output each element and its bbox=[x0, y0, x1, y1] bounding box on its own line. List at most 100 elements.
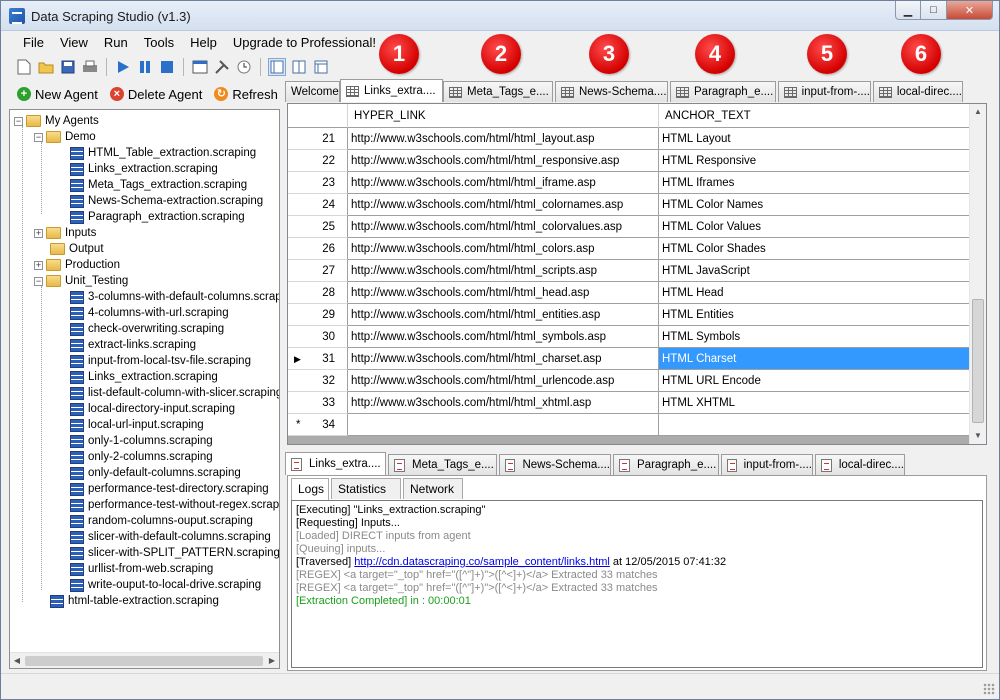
tree-item[interactable]: slicer-with-SPLIT_PATTERN.scraping bbox=[70, 545, 279, 561]
save-icon[interactable] bbox=[59, 58, 77, 76]
collapse-icon[interactable]: − bbox=[34, 276, 43, 286]
print-icon[interactable] bbox=[81, 58, 99, 76]
subtab-statistics[interactable]: Statistics bbox=[331, 478, 401, 499]
tree-item[interactable]: only-default-columns.scraping bbox=[70, 465, 241, 481]
row-number[interactable]: 33 bbox=[288, 392, 348, 414]
refresh-button[interactable]: ↻ Refresh bbox=[214, 87, 278, 102]
cell-anchor-text[interactable] bbox=[659, 414, 972, 436]
cell-anchor-text[interactable]: HTML Color Names bbox=[659, 194, 972, 216]
tree-item[interactable]: Meta_Tags_extraction.scraping bbox=[70, 177, 247, 193]
delete-agent-button[interactable]: × Delete Agent bbox=[109, 87, 202, 102]
log-tab-local-directory[interactable]: local-direc.... bbox=[815, 454, 905, 475]
tab-input-from[interactable]: input-from-.... bbox=[778, 81, 871, 102]
tree-item[interactable]: local-directory-input.scraping bbox=[70, 401, 235, 417]
menu-run[interactable]: Run bbox=[96, 34, 136, 52]
row-number[interactable]: * 34 bbox=[288, 414, 348, 436]
tree-item[interactable]: 3-columns-with-default-columns.scraping bbox=[70, 289, 279, 305]
stop-icon[interactable] bbox=[158, 58, 176, 76]
tree-item[interactable]: html-table-extraction.scraping bbox=[50, 593, 219, 609]
cell-hyper-link[interactable]: http://www.w3schools.com/html/html_entit… bbox=[348, 304, 659, 326]
scrollbar-thumb[interactable] bbox=[25, 656, 263, 666]
tree-item[interactable]: only-2-columns.scraping bbox=[70, 449, 213, 465]
tree-item[interactable]: Links_extraction.scraping bbox=[70, 161, 218, 177]
column-header-anchor-text[interactable]: ANCHOR_TEXT bbox=[659, 104, 972, 128]
tree-item[interactable]: list-default-column-with-slicer.scraping bbox=[70, 385, 279, 401]
row-number[interactable]: 21 bbox=[288, 128, 348, 150]
tree-item[interactable]: local-url-input.scraping bbox=[70, 417, 204, 433]
pause-icon[interactable] bbox=[136, 58, 154, 76]
cell-hyper-link[interactable]: http://www.w3schools.com/html/html_scrip… bbox=[348, 260, 659, 282]
cell-hyper-link[interactable] bbox=[348, 414, 659, 436]
tree-item[interactable]: input-from-local-tsv-file.scraping bbox=[70, 353, 251, 369]
cell-hyper-link[interactable]: http://www.w3schools.com/html/html_respo… bbox=[348, 150, 659, 172]
row-number[interactable]: 26 bbox=[288, 238, 348, 260]
console-icon[interactable] bbox=[191, 58, 209, 76]
log-tab-paragraph[interactable]: Paragraph_e.... bbox=[613, 454, 719, 475]
cell-anchor-text[interactable]: HTML Head bbox=[659, 282, 972, 304]
cell-anchor-text[interactable]: HTML Responsive bbox=[659, 150, 972, 172]
subtab-network[interactable]: Network bbox=[403, 478, 463, 499]
menu-view[interactable]: View bbox=[52, 34, 96, 52]
new-file-icon[interactable] bbox=[15, 58, 33, 76]
resize-grip-icon[interactable] bbox=[983, 683, 995, 695]
tab-welcome[interactable]: Welcome bbox=[285, 81, 340, 102]
cell-anchor-text[interactable]: HTML Color Shades bbox=[659, 238, 972, 260]
maximize-button[interactable]: □ bbox=[921, 1, 947, 20]
column-header-hyper-link[interactable]: HYPER_LINK bbox=[348, 104, 659, 128]
tree-item[interactable]: Links_extraction.scraping bbox=[70, 369, 218, 385]
tree-item[interactable]: urllist-from-web.scraping bbox=[70, 561, 213, 577]
row-number[interactable]: 23 bbox=[288, 172, 348, 194]
log-tab-news-schema[interactable]: News-Schema.... bbox=[499, 454, 611, 475]
row-number[interactable]: 24 bbox=[288, 194, 348, 216]
cell-hyper-link[interactable]: http://www.w3schools.com/html/html_color… bbox=[348, 194, 659, 216]
expand-icon[interactable]: + bbox=[34, 260, 43, 270]
collapse-icon[interactable]: − bbox=[34, 132, 43, 142]
cell-hyper-link[interactable]: http://www.w3schools.com/html/html_symbo… bbox=[348, 326, 659, 348]
menu-upgrade[interactable]: Upgrade to Professional! bbox=[225, 34, 384, 52]
cell-hyper-link[interactable]: http://www.w3schools.com/html/html_color… bbox=[348, 238, 659, 260]
tools-icon[interactable] bbox=[213, 58, 231, 76]
scroll-up-icon[interactable]: ▲ bbox=[970, 104, 986, 120]
row-number[interactable]: 32 bbox=[288, 370, 348, 392]
cell-anchor-text[interactable]: HTML Color Values bbox=[659, 216, 972, 238]
scroll-down-icon[interactable]: ▼ bbox=[970, 428, 986, 444]
new-agent-button[interactable]: + New Agent bbox=[17, 87, 98, 102]
tree-item[interactable]: HTML_Table_extraction.scraping bbox=[70, 145, 256, 161]
log-tab-links-extraction[interactable]: Links_extra.... bbox=[285, 452, 386, 475]
tree-item[interactable]: write-ouput-to-local-drive.scraping bbox=[70, 577, 261, 593]
tree-folder-inputs[interactable]: + Inputs bbox=[34, 225, 96, 241]
cell-anchor-text[interactable]: HTML URL Encode bbox=[659, 370, 972, 392]
scrollbar-thumb[interactable] bbox=[972, 299, 984, 423]
cell-anchor-text[interactable]: HTML Layout bbox=[659, 128, 972, 150]
row-number[interactable]: ▶ 31 bbox=[288, 348, 348, 370]
tree-item[interactable]: slicer-with-default-columns.scraping bbox=[70, 529, 271, 545]
tree-folder-output[interactable]: Output bbox=[50, 241, 104, 257]
results-grid[interactable]: HYPER_LINK ANCHOR_TEXT 21 http://www.w3sc… bbox=[287, 103, 987, 445]
cell-hyper-link[interactable]: http://www.w3schools.com/html/html_urlen… bbox=[348, 370, 659, 392]
cell-hyper-link[interactable]: http://www.w3schools.com/html/html_ifram… bbox=[348, 172, 659, 194]
cell-hyper-link[interactable]: http://www.w3schools.com/html/html_color… bbox=[348, 216, 659, 238]
play-icon[interactable] bbox=[114, 58, 132, 76]
tab-news-schema[interactable]: News-Schema.... bbox=[555, 81, 668, 102]
row-number[interactable]: 22 bbox=[288, 150, 348, 172]
cell-hyper-link[interactable]: http://www.w3schools.com/html/html_chars… bbox=[348, 348, 659, 370]
tab-meta-tags[interactable]: Meta_Tags_e.... bbox=[443, 81, 553, 102]
menu-help[interactable]: Help bbox=[182, 34, 225, 52]
tree-item[interactable]: random-columns-ouput.scraping bbox=[70, 513, 253, 529]
log-tab-meta-tags[interactable]: Meta_Tags_e.... bbox=[388, 454, 497, 475]
grid-vertical-scrollbar[interactable]: ▲ ▼ bbox=[969, 104, 986, 444]
tree-root[interactable]: − My Agents bbox=[14, 113, 99, 129]
open-folder-icon[interactable] bbox=[37, 58, 55, 76]
close-button[interactable]: ✕ bbox=[947, 1, 993, 20]
layout-panel-icon[interactable] bbox=[312, 58, 330, 76]
tree-item[interactable]: 4-columns-with-url.scraping bbox=[70, 305, 229, 321]
cell-anchor-text[interactable]: HTML Iframes bbox=[659, 172, 972, 194]
collapse-icon[interactable]: − bbox=[14, 116, 23, 126]
cell-hyper-link[interactable]: http://www.w3schools.com/html/html_layou… bbox=[348, 128, 659, 150]
log-output[interactable]: [Executing] "Links_extraction.scraping" … bbox=[291, 500, 983, 668]
scroll-right-icon[interactable]: ▶ bbox=[266, 655, 278, 667]
expand-icon[interactable]: + bbox=[34, 228, 43, 238]
clock-icon[interactable] bbox=[235, 58, 253, 76]
subtab-logs[interactable]: Logs bbox=[291, 478, 329, 500]
layout-split-icon[interactable] bbox=[290, 58, 308, 76]
